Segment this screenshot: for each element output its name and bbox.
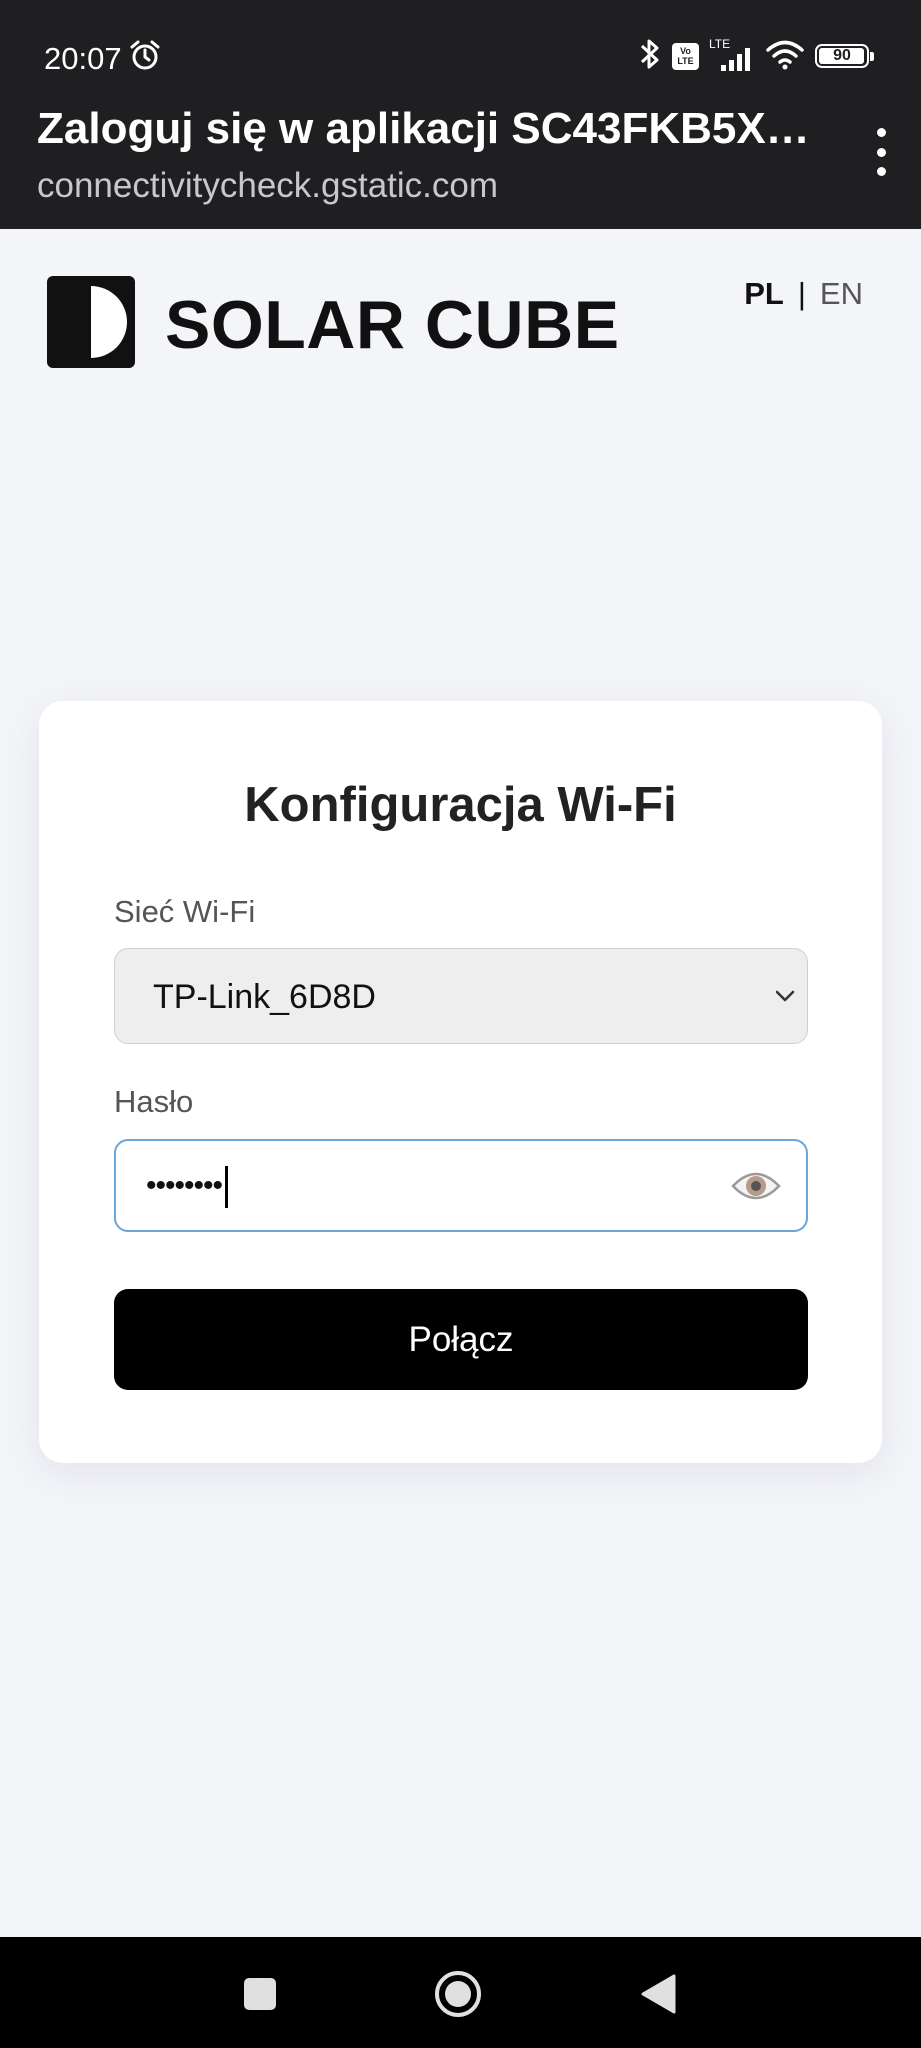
chevron-down-icon xyxy=(773,985,797,1012)
volte-bottom-label: LTE xyxy=(677,56,694,66)
browser-topbar: 20:07 Vo LTE LTE 90 Zaloguj się w aplika… xyxy=(0,0,921,229)
system-navbar xyxy=(0,1937,921,2048)
language-switcher: PL | EN xyxy=(744,276,863,312)
network-select[interactable]: TP-Link_6D8D xyxy=(114,948,808,1044)
status-time-group: 20:07 xyxy=(44,38,162,80)
bluetooth-icon xyxy=(638,37,662,76)
battery-level: 90 xyxy=(833,47,851,64)
home-circle-icon[interactable] xyxy=(434,1970,482,2023)
text-caret xyxy=(225,1166,229,1209)
password-label: Hasło xyxy=(114,1084,194,1119)
brand-name: SOLAR CUBE xyxy=(165,286,620,363)
logo-mark-icon xyxy=(47,276,135,373)
more-vert-icon[interactable] xyxy=(869,128,893,176)
battery-icon: 90 xyxy=(815,44,874,68)
browser-title: Zaloguj się w aplikacji SC43FKB5X… xyxy=(37,104,810,153)
connect-button[interactable]: Połącz xyxy=(114,1289,808,1390)
square-icon[interactable] xyxy=(243,1977,277,2016)
wifi-icon xyxy=(765,37,805,76)
password-input[interactable]: •••••••• xyxy=(114,1139,808,1232)
signal-icon: LTE xyxy=(709,37,755,73)
wifi-config-card: Konfiguracja Wi-Fi Sieć Wi-Fi TP-Link_6D… xyxy=(39,701,882,1463)
password-dots: •••••••• xyxy=(146,1169,223,1202)
network-select-value: TP-Link_6D8D xyxy=(153,978,376,1016)
network-label: Sieć Wi-Fi xyxy=(114,894,256,929)
lang-en[interactable]: EN xyxy=(820,276,863,312)
volte-top-label: Vo xyxy=(680,46,691,56)
volte-icon: Vo LTE xyxy=(672,42,699,70)
status-time: 20:07 xyxy=(44,41,122,76)
card-title: Konfiguracja Wi-Fi xyxy=(244,778,677,832)
eye-icon[interactable] xyxy=(730,1166,782,1211)
lang-separator: | xyxy=(797,276,806,311)
password-value: •••••••• xyxy=(146,1141,229,1230)
alarm-icon xyxy=(128,38,162,80)
lang-pl[interactable]: PL xyxy=(744,276,784,312)
browser-url[interactable]: connectivitycheck.gstatic.com xyxy=(37,166,498,206)
brand-logo: SOLAR CUBE xyxy=(47,276,620,373)
status-icons: Vo LTE LTE 90 xyxy=(638,37,874,76)
back-triangle-icon[interactable] xyxy=(640,1974,676,2019)
